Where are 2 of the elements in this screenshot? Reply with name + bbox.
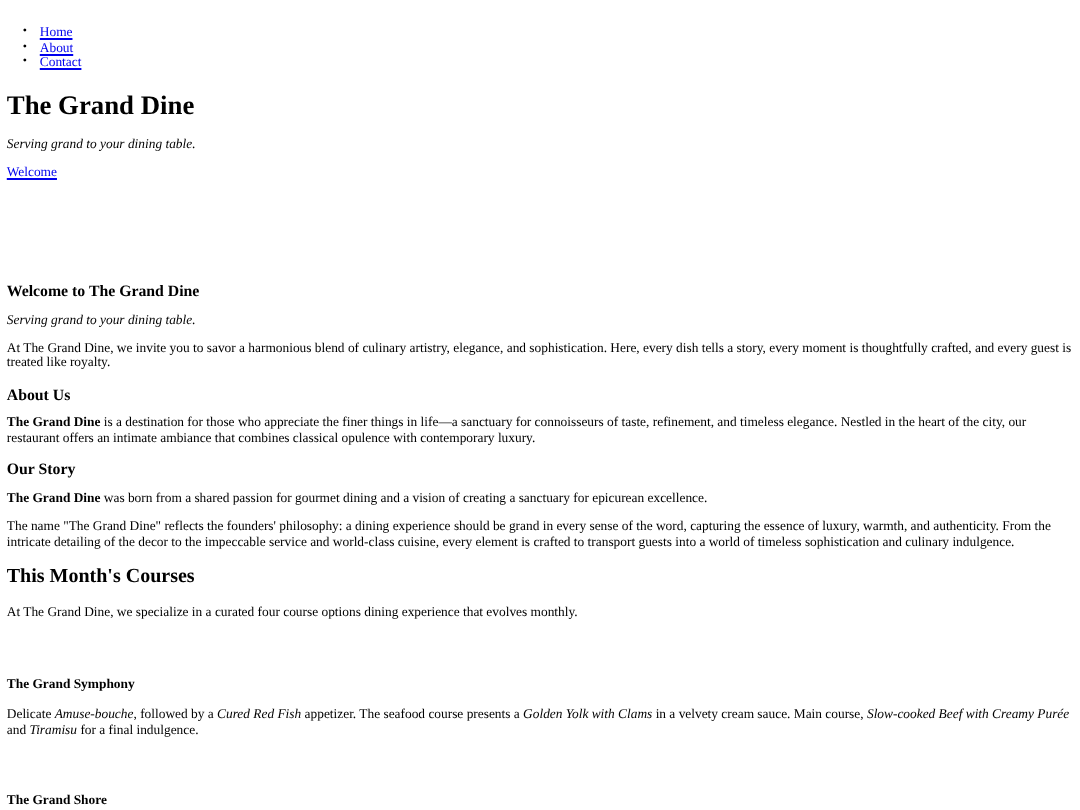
- site-title: The Grand Dine: [6, 89, 197, 120]
- section-heading: This Month's Courses: [6, 566, 197, 590]
